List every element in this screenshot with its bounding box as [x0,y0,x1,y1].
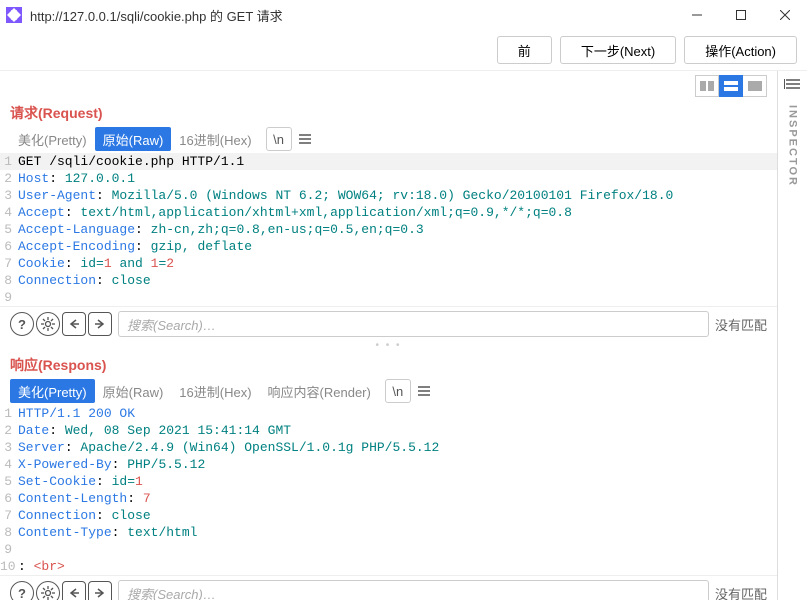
response-next-button[interactable] [88,581,112,600]
view-mode-strip [0,71,777,97]
editor-line[interactable]: 8Content-Type: text/html [0,524,777,541]
response-search-input[interactable]: 搜索(Search)… [118,580,709,600]
request-newline-button[interactable]: \n [266,127,292,151]
editor-line[interactable]: 3Server: Apache/2.4.9 (Win64) OpenSSL/1.… [0,439,777,456]
app-icon [6,7,22,23]
view-single-button[interactable] [743,75,767,97]
response-newline-button[interactable]: \n [385,379,411,403]
request-tab-raw[interactable]: 原始(Raw) [95,127,172,151]
request-help-button[interactable]: ? [10,312,34,336]
editor-line[interactable]: 3User-Agent: Mozilla/5.0 (Windows NT 6.2… [0,187,777,204]
inspector-label: INSPECTOR [787,105,799,187]
editor-line[interactable]: 10: <br> [0,558,777,575]
next-button[interactable]: 下一步(Next) [560,36,676,64]
editor-line[interactable]: 6Accept-Encoding: gzip, deflate [0,238,777,255]
action-button[interactable]: 操作(Action) [684,36,797,64]
request-footer: ? 搜索(Search)… 没有匹配 [0,306,777,341]
editor-line[interactable]: 4Accept: text/html,application/xhtml+xml… [0,204,777,221]
response-panel: 响应(Respons) 美化(Pretty) 原始(Raw) 16进制(Hex)… [0,349,777,600]
window-title: http://127.0.0.1/sqli/cookie.php 的 GET 请… [30,6,675,25]
response-tab-pretty[interactable]: 美化(Pretty) [10,379,95,403]
request-tab-pretty[interactable]: 美化(Pretty) [10,127,95,151]
editor-line[interactable]: 8Connection: close [0,272,777,289]
titlebar: http://127.0.0.1/sqli/cookie.php 的 GET 请… [0,0,807,30]
response-tab-hex[interactable]: 16进制(Hex) [171,379,259,403]
response-footer: ? 搜索(Search)… 没有匹配 [0,575,777,600]
arrow-left-icon [68,587,80,599]
request-panel: 请求(Request) 美化(Pretty) 原始(Raw) 16进制(Hex)… [0,97,777,341]
minimize-button[interactable] [675,0,719,30]
editor-line[interactable]: 9 [0,289,777,306]
request-next-button[interactable] [88,312,112,336]
editor-line[interactable]: 1GET /sqli/cookie.php HTTP/1.1 [0,153,777,170]
request-editor[interactable]: 1GET /sqli/cookie.php HTTP/1.12Host: 127… [0,151,777,306]
gear-icon [41,586,55,600]
next-label: 下一步(Next) [581,41,655,60]
response-no-match: 没有匹配 [715,584,767,600]
request-menu-button[interactable] [292,127,318,151]
top-toolbar: 前 下一步(Next) 操作(Action) [0,30,807,70]
back-label: 前 [518,41,531,60]
request-title: 请求(Request) [0,97,777,127]
response-tabs: 美化(Pretty) 原始(Raw) 16进制(Hex) 响应内容(Render… [0,379,777,403]
response-tab-render[interactable]: 响应内容(Render) [260,379,379,403]
editor-line[interactable]: 7Cookie: id=1 and 1=2 [0,255,777,272]
editor-line[interactable]: 1HTTP/1.1 200 OK [0,405,777,422]
arrow-left-icon [68,318,80,330]
gear-icon [41,317,55,331]
response-tab-raw[interactable]: 原始(Raw) [95,379,172,403]
panel-divider[interactable]: • • • [0,341,777,349]
editor-line[interactable]: 2Host: 127.0.0.1 [0,170,777,187]
editor-line[interactable]: 4X-Powered-By: PHP/5.5.12 [0,456,777,473]
response-help-button[interactable]: ? [10,581,34,600]
view-split-rows-button[interactable] [719,75,743,97]
response-prev-button[interactable] [62,581,86,600]
response-settings-button[interactable] [36,581,60,600]
response-title: 响应(Respons) [0,349,777,379]
request-no-match: 没有匹配 [715,315,767,334]
request-settings-button[interactable] [36,312,60,336]
editor-line[interactable]: 9 [0,541,777,558]
response-editor[interactable]: 1HTTP/1.1 200 OK2Date: Wed, 08 Sep 2021 … [0,403,777,575]
maximize-button[interactable] [719,0,763,30]
request-tab-hex[interactable]: 16进制(Hex) [171,127,259,151]
inspector-toggle-icon[interactable] [784,77,802,95]
view-split-columns-button[interactable] [695,75,719,97]
response-menu-button[interactable] [411,379,437,403]
back-button[interactable]: 前 [497,36,552,64]
window-controls [675,0,807,30]
editor-line[interactable]: 2Date: Wed, 08 Sep 2021 15:41:14 GMT [0,422,777,439]
arrow-right-icon [94,587,106,599]
editor-line[interactable]: 7Connection: close [0,507,777,524]
editor-line[interactable]: 6Content-Length: 7 [0,490,777,507]
close-button[interactable] [763,0,807,30]
arrow-right-icon [94,318,106,330]
request-prev-button[interactable] [62,312,86,336]
editor-line[interactable]: 5Accept-Language: zh-cn,zh;q=0.8,en-us;q… [0,221,777,238]
editor-line[interactable]: 5Set-Cookie: id=1 [0,473,777,490]
request-search-input[interactable]: 搜索(Search)… [118,311,709,337]
inspector-rail[interactable]: INSPECTOR [777,71,807,600]
action-label: 操作(Action) [705,41,776,60]
request-tabs: 美化(Pretty) 原始(Raw) 16进制(Hex) \n [0,127,777,151]
